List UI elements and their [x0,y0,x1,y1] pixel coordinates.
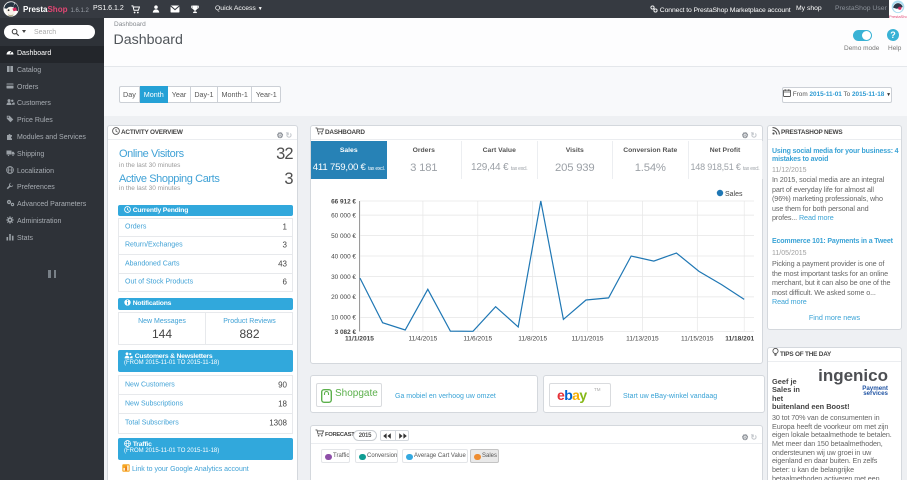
svg-text:60 000 €: 60 000 € [331,212,356,219]
svg-text:40 000 €: 40 000 € [331,253,356,260]
svg-text:11/13/2015: 11/13/2015 [626,336,659,343]
svg-text:50 000 €: 50 000 € [331,233,356,240]
svg-text:3 082 €: 3 082 € [335,329,357,336]
svg-text:11/11/2015: 11/11/2015 [571,336,603,343]
svg-text:11/15/2015: 11/15/2015 [681,336,714,343]
svg-text:Sales: Sales [725,191,743,198]
svg-text:20 000 €: 20 000 € [331,294,356,301]
svg-text:11/18/201: 11/18/201 [725,336,754,343]
svg-text:66 912 €: 66 912 € [331,198,356,205]
svg-text:11/1/2015: 11/1/2015 [345,336,374,343]
svg-text:11/4/2015: 11/4/2015 [408,336,437,343]
svg-text:11/6/2015: 11/6/2015 [463,336,492,343]
svg-text:10 000 €: 10 000 € [331,315,356,322]
svg-text:30 000 €: 30 000 € [331,274,356,281]
svg-text:11/8/2015: 11/8/2015 [518,336,547,343]
